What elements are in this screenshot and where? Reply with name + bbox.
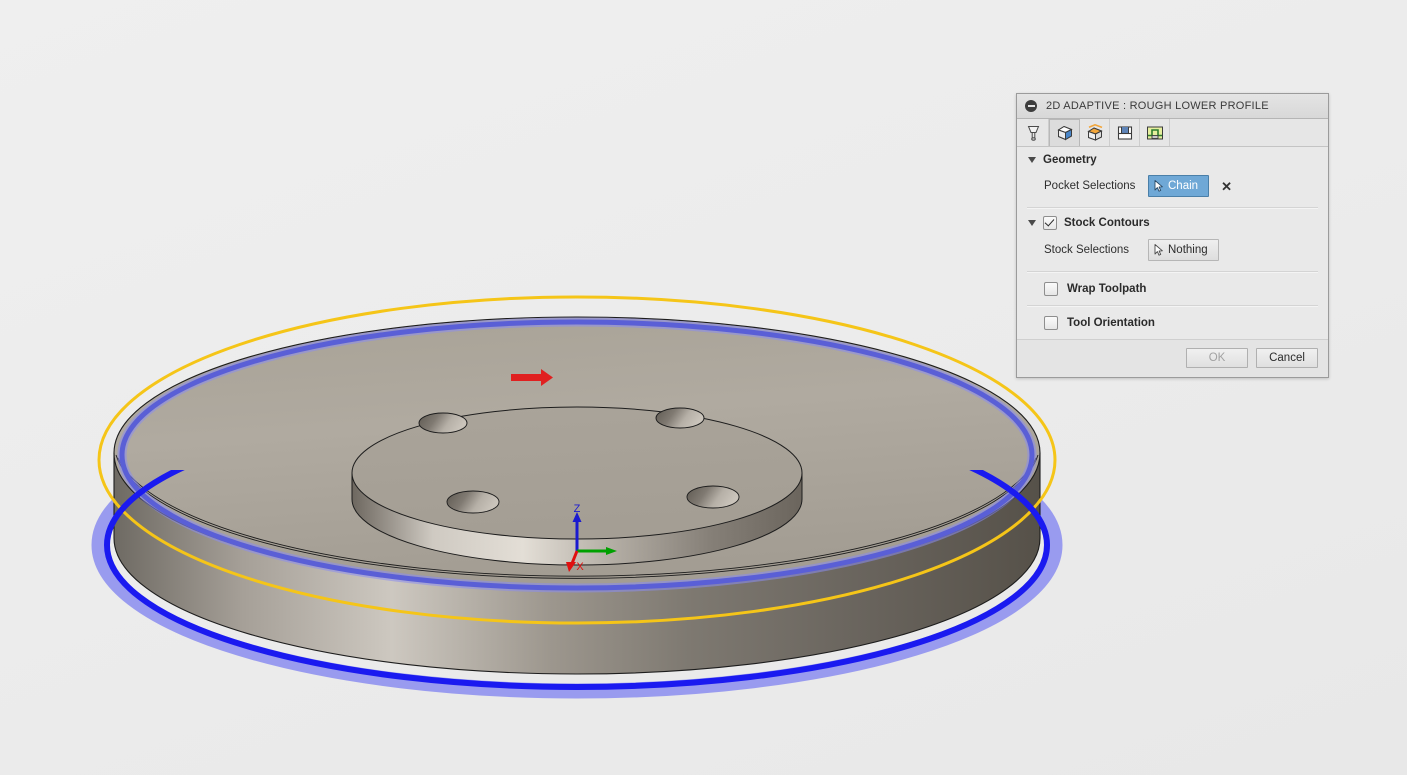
bolt-hole[interactable]	[655, 407, 705, 429]
endmill-tool-icon	[1027, 125, 1040, 141]
wrap-toolpath-checkbox[interactable]	[1044, 282, 1058, 296]
tool-orientation-label: Tool Orientation	[1067, 317, 1155, 329]
dialog-title-text: 2D ADAPTIVE : ROUGH LOWER PROFILE	[1046, 100, 1269, 112]
chevron-down-icon[interactable]	[1028, 157, 1036, 163]
section-title-stock-contours: Stock Contours	[1064, 217, 1150, 229]
stock-selections-value: Nothing	[1168, 244, 1208, 256]
stock-selections-button[interactable]: Nothing	[1148, 239, 1219, 261]
selection-cursor-icon	[1154, 180, 1163, 192]
heights-cube-icon	[1086, 123, 1103, 141]
tab-heights[interactable]	[1080, 119, 1110, 146]
wrap-toolpath-label: Wrap Toolpath	[1067, 283, 1147, 295]
cam-operation-dialog[interactable]: 2D ADAPTIVE : ROUGH LOWER PROFILE Geomet…	[1016, 93, 1329, 378]
dialog-body: Geometry Pocket Selections Chain ✕ Stock…	[1017, 147, 1328, 339]
bolt-hole[interactable]	[446, 490, 500, 514]
dialog-tab-strip[interactable]	[1017, 119, 1328, 147]
geometry-cube-icon	[1056, 125, 1073, 141]
section-header-geometry[interactable]: Geometry	[1017, 147, 1328, 172]
axis-x-label: X	[576, 561, 584, 573]
tab-passes[interactable]	[1110, 119, 1140, 146]
dialog-title-bar[interactable]: 2D ADAPTIVE : ROUGH LOWER PROFILE	[1017, 94, 1328, 119]
section-header-stock-contours[interactable]: Stock Contours	[1017, 209, 1328, 236]
pocket-selections-label: Pocket Selections	[1044, 180, 1136, 192]
row-stock-selections: Stock Selections Nothing	[1017, 236, 1328, 271]
selection-cursor-icon	[1154, 244, 1163, 256]
bolt-hole[interactable]	[686, 485, 740, 509]
row-tool-orientation[interactable]: Tool Orientation	[1017, 307, 1328, 339]
stock-contours-checkbox[interactable]	[1043, 216, 1057, 230]
stock-selections-label: Stock Selections	[1044, 244, 1130, 256]
linking-toolpath-icon	[1146, 126, 1163, 139]
cancel-button[interactable]: Cancel	[1256, 348, 1318, 368]
row-wrap-toolpath[interactable]: Wrap Toolpath	[1017, 273, 1328, 305]
tool-orientation-checkbox[interactable]	[1044, 316, 1058, 330]
axis-z-label: Z	[574, 503, 581, 515]
clear-x-icon[interactable]: ✕	[1221, 180, 1232, 193]
dialog-footer: OK Cancel	[1017, 339, 1328, 377]
tab-tool[interactable]	[1019, 119, 1049, 146]
chevron-down-icon[interactable]	[1028, 220, 1036, 226]
tab-geometry[interactable]	[1049, 119, 1080, 146]
pocket-selections-button[interactable]: Chain	[1148, 175, 1210, 197]
collapse-minus-icon[interactable]	[1025, 100, 1037, 112]
pocket-selections-value: Chain	[1168, 180, 1199, 192]
tab-linking[interactable]	[1140, 119, 1170, 146]
row-pocket-selections: Pocket Selections Chain ✕	[1017, 172, 1328, 207]
section-title-geometry: Geometry	[1043, 154, 1097, 166]
bolt-hole[interactable]	[418, 412, 468, 434]
ok-button[interactable]: OK	[1186, 348, 1248, 368]
passes-section-icon	[1117, 125, 1132, 140]
